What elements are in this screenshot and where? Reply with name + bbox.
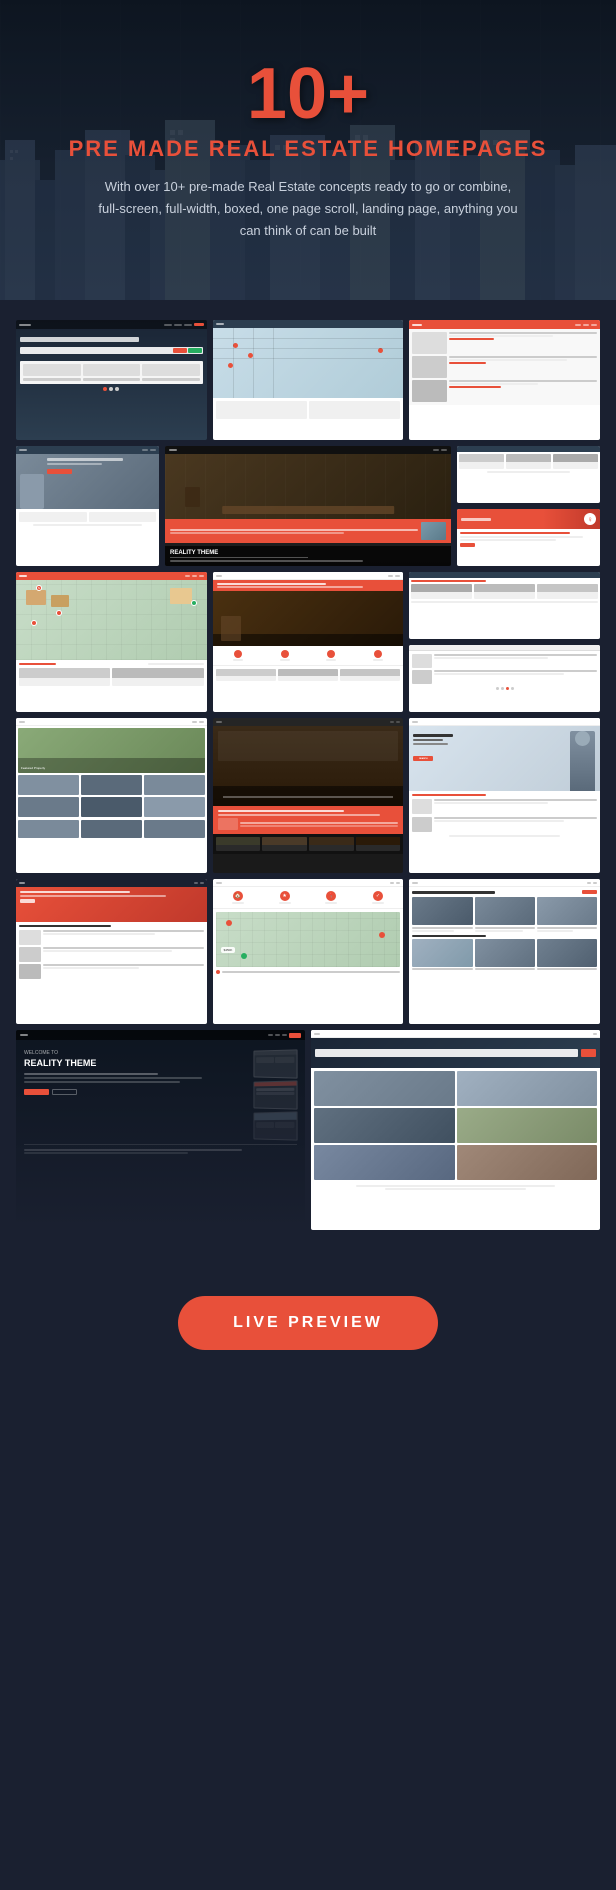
screenshot-agent [16,446,159,566]
screenshot-row-5: 🏠 ★ 📍 ✓ [16,879,600,1024]
screenshot-properties-2: ♀ [457,509,600,566]
hero-description: With over 10+ pre-made Real Estate conce… [98,176,518,242]
screenshot-latest-news-1 [409,879,600,1024]
villa-title: REALITY THEME [170,550,446,556]
screenshots-section: REALITY THEME [0,300,616,1266]
cta-section: LIVE PREVIEW [0,1266,616,1390]
screenshot-house-photos: Featured Property [16,718,207,873]
screenshot-agent-business: SEARCH [409,718,600,873]
screenshot-luxury-interior [213,718,404,873]
screenshot-row-2: REALITY THEME [16,446,600,566]
live-preview-button[interactable]: LIVE PREVIEW [178,1296,438,1350]
screenshot-reality-theme-main: WELCOME TO REALITY THEME [16,1030,305,1230]
screenshot-properties-cards [409,572,600,639]
reality-badge-text: WELCOME TO [24,1050,247,1056]
screenshot-col-right-2 [409,572,600,712]
screenshot-property-gallery [311,1030,600,1230]
screenshot-white-listing [409,645,600,712]
screenshot-row-6: WELCOME TO REALITY THEME [16,1030,600,1230]
screenshot-interior-gallery [213,572,404,712]
screenshot-search-hero [16,320,207,440]
reality-title-text: REALITY THEME [24,1059,247,1069]
screenshot-row-4: Featured Property [16,718,600,873]
screenshot-properties-1 [457,446,600,503]
screenshot-listing-red [409,320,600,440]
screenshot-row-1 [16,320,600,440]
screenshot-map-listings: $ [16,572,207,712]
hero-section: 10+ PRE MADE REAL ESTATE HOMEPAGES With … [0,0,616,300]
hero-number: 10+ [247,58,369,130]
screenshot-col-right-1: ♀ [457,446,600,566]
screenshot-villa-interior: REALITY THEME [165,446,451,566]
hero-subtitle: PRE MADE REAL ESTATE HOMEPAGES [69,136,548,162]
screenshot-row-3: $ [16,572,600,712]
screenshot-reality-listing [16,879,207,1024]
screenshot-map [213,320,404,440]
screenshot-featured-map: 🏠 ★ 📍 ✓ [213,879,404,1024]
